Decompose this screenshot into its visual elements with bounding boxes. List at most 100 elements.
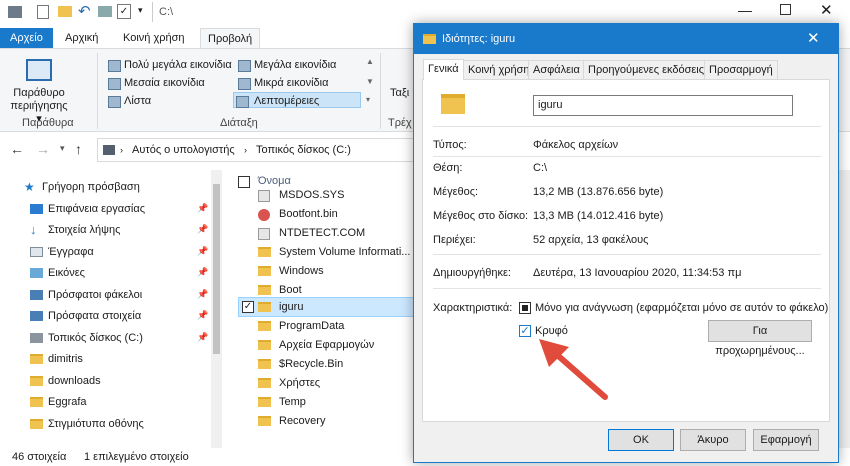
pin-icon[interactable]: 📌 [197, 203, 208, 214]
nav-recent-folders[interactable]: Πρόσφατοι φάκελοι [30, 285, 142, 305]
preview-pane-icon[interactable] [26, 59, 52, 81]
tab-security[interactable]: Ασφάλεια [528, 60, 585, 80]
folder-name-input[interactable]: iguru [533, 95, 793, 116]
folder-row[interactable]: Χρήστες [258, 374, 320, 393]
dialog-close-button[interactable]: ✕ [807, 24, 820, 54]
nav-local-disk[interactable]: Τοπικός δίσκος (C:) [30, 328, 143, 348]
properties-icon[interactable] [37, 5, 49, 19]
layout-extra-large-icons[interactable]: Πολύ μεγάλα εικονίδια [106, 57, 232, 73]
nav-quick-access[interactable]: ★ Γρήγορη πρόσβαση [24, 177, 140, 197]
file-row[interactable]: Bootfont.bin [258, 205, 338, 224]
layout-scroll-down-icon[interactable]: ▼ [366, 77, 374, 86]
nav-folder-eggrafa[interactable]: Eggrafa [30, 392, 87, 412]
documents-icon [30, 247, 43, 257]
nav-label: dimitris [48, 353, 83, 365]
tab-previous-versions[interactable]: Προηγούμενες εκδόσεις [583, 60, 710, 80]
nav-label: Eggrafa [48, 396, 87, 408]
nav-label: Τοπικός δίσκος (C:) [48, 332, 143, 344]
cancel-button[interactable]: Άκυρο [680, 429, 746, 451]
general-panel: iguru Τύπος: Φάκελος αρχείων Θέση: C:\ Μ… [422, 79, 830, 422]
tab-share[interactable]: Κοινή χρήση [116, 28, 192, 48]
minimize-button[interactable]: — [738, 2, 752, 18]
file-row[interactable]: MSDOS.SYS [258, 186, 344, 205]
folder-row[interactable]: ProgramData [258, 317, 344, 336]
folder-icon [30, 354, 43, 364]
pin-icon[interactable]: 📌 [197, 332, 208, 343]
file-name: Recovery [279, 415, 326, 427]
back-icon[interactable]: ← [10, 141, 24, 157]
chevron-right-icon[interactable]: › [120, 139, 123, 161]
qat-dropdown-icon[interactable]: ▾ [138, 5, 143, 16]
layout-medium-icons[interactable]: Μεσαία εικονίδια [106, 75, 205, 91]
layout-expand-icon[interactable]: ▾ [366, 95, 370, 104]
nav-label: Εικόνες [48, 267, 85, 279]
layout-small-icons[interactable]: Μικρά εικονίδια [236, 75, 328, 91]
tab-general[interactable]: Γενικά [423, 59, 464, 80]
readonly-label[interactable]: Μόνο για ανάγνωση (εφαρμόζεται μόνο σε α… [535, 302, 828, 314]
undo-icon[interactable]: ↶ [78, 2, 91, 20]
rename-icon[interactable] [98, 6, 112, 17]
nav-desktop[interactable]: Επιφάνεια εργασίας [30, 199, 145, 219]
layout-scroll-up-icon[interactable]: ▲ [366, 57, 374, 66]
divider [433, 126, 821, 127]
folder-row[interactable]: Windows [258, 262, 324, 281]
row-checkbox-checked[interactable]: ✓ [242, 301, 254, 313]
select-all-checkbox[interactable] [238, 176, 250, 188]
nav-folder-screenshots[interactable]: Στιγμιότυπα οθόνης [30, 414, 144, 434]
hidden-checkbox[interactable]: ✓ [519, 325, 531, 337]
pin-icon[interactable]: 📌 [197, 224, 208, 235]
address-bar[interactable]: › Αυτός ο υπολογιστής › Τοπικός δίσκος (… [97, 138, 417, 162]
group-layout-label: Διάταξη [220, 117, 258, 129]
advanced-button[interactable]: Για προχωρημένους... [708, 320, 812, 357]
folder-row[interactable]: Temp [258, 393, 306, 412]
file-row[interactable]: NTDETECT.COM [258, 224, 365, 243]
pin-icon[interactable]: 📌 [197, 246, 208, 257]
chevron-right-icon[interactable]: › [244, 139, 247, 161]
checkbox-icon[interactable]: ✓ [117, 4, 131, 19]
sort-partial-label[interactable]: Ταξι [390, 87, 409, 99]
selected-count: 1 επιλεγμένο στοιχείο [84, 451, 189, 463]
pin-icon[interactable]: 📌 [197, 267, 208, 278]
tab-file[interactable]: Αρχείο [0, 28, 53, 48]
layout-details[interactable]: Λεπτομέρειες [233, 92, 361, 108]
nav-downloads[interactable]: ↓ Στοιχεία λήψης [30, 220, 120, 240]
tab-customize[interactable]: Προσαρμογή [704, 60, 778, 80]
maximize-button[interactable] [780, 4, 791, 15]
apply-button[interactable]: Εφαρμογή [753, 429, 819, 451]
folder-icon [258, 416, 271, 426]
tab-sharing[interactable]: Κοινή χρήση [463, 60, 535, 80]
folder-icon [258, 359, 271, 369]
nav-label: Γρήγορη πρόσβαση [42, 181, 140, 193]
folder-row[interactable]: Recovery [258, 412, 325, 431]
annotation-arrow-icon [539, 339, 608, 400]
nav-label: Πρόσφατα στοιχεία [48, 310, 142, 322]
content-scrollbar[interactable] [839, 170, 850, 448]
tab-home[interactable]: Αρχική [58, 28, 105, 48]
recent-dropdown-icon[interactable]: ▾ [60, 143, 65, 154]
nav-pictures[interactable]: Εικόνες [30, 263, 85, 283]
nav-folder-downloads[interactable]: downloads [30, 371, 101, 391]
pin-icon[interactable]: 📌 [197, 310, 208, 321]
layout-list[interactable]: Λίστα [106, 93, 151, 109]
nav-label: Στοιχεία λήψης [48, 224, 121, 236]
folder-row[interactable]: iguru [258, 298, 303, 317]
readonly-checkbox[interactable] [519, 302, 531, 314]
folder-row[interactable]: $Recycle.Bin [258, 355, 343, 374]
layout-large-icons[interactable]: Μεγάλα εικονίδια [236, 57, 336, 73]
folder-icon [258, 247, 271, 257]
breadcrumb-local-disk[interactable]: Τοπικός δίσκος (C:) [256, 139, 351, 161]
forward-icon[interactable]: → [36, 141, 50, 157]
folder-row[interactable]: Αρχεία Εφαρμογών [258, 336, 374, 355]
ok-button[interactable]: OK [608, 429, 674, 451]
tab-view[interactable]: Προβολή [200, 28, 261, 48]
up-icon[interactable]: ↑ [75, 141, 82, 157]
pin-icon[interactable]: 📌 [197, 289, 208, 300]
folder-row[interactable]: System Volume Informati... [258, 243, 410, 262]
close-button[interactable]: ✕ [820, 1, 833, 19]
folder-icon [423, 34, 436, 44]
new-folder-icon[interactable] [58, 6, 72, 17]
nav-recent-items[interactable]: Πρόσφατα στοιχεία [30, 306, 141, 326]
nav-folder-dimitris[interactable]: dimitris [30, 349, 83, 369]
breadcrumb-this-pc[interactable]: Αυτός ο υπολογιστής [132, 139, 235, 161]
nav-documents[interactable]: Έγγραφα [30, 242, 94, 262]
